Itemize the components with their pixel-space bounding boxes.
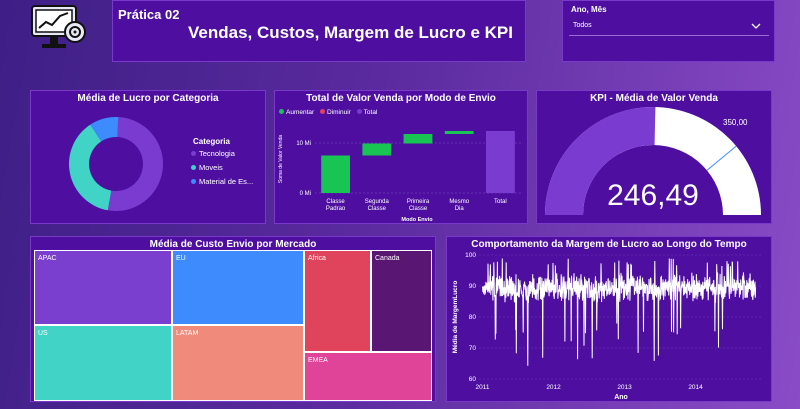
page-title: Vendas, Custos, Margem de Lucro e KPI (188, 23, 513, 42)
waterfall-bar[interactable] (444, 131, 474, 134)
waterfall-panel: Total de Valor Venda por Modo de Envio A… (274, 90, 528, 224)
tile-label: EMEA (308, 357, 328, 364)
date-slicer[interactable]: Ano, Mês Todos (562, 0, 775, 62)
logo-panel (30, 2, 110, 62)
legend-item[interactable]: Diminuir (320, 109, 351, 116)
legend-label: Total (363, 109, 378, 116)
x-tick-label: Classe (409, 206, 428, 212)
y-tick-label: 80 (469, 314, 477, 321)
legend-dot (191, 151, 196, 156)
tile-label: APAC (38, 255, 57, 262)
legend-title: Categoria (193, 137, 230, 146)
legend-label: Material de Es... (199, 177, 254, 186)
x-tick-label: 2011 (476, 384, 490, 391)
tile-label: Canada (375, 255, 400, 262)
treemap-tile-eu[interactable]: EU (173, 251, 303, 324)
header-panel: Prática 02 Vendas, Custos, Margem de Luc… (112, 0, 526, 62)
line-chart-title: Comportamento da Margem de Lucro ao Long… (471, 239, 747, 250)
y-tick-label: 70 (469, 345, 477, 352)
x-tick-label: Mesmo (449, 199, 469, 205)
waterfall-bar[interactable] (362, 143, 392, 156)
legend-dot (191, 165, 196, 170)
legend-label: Tecnologia (199, 149, 235, 158)
x-tick-label: Segunda (365, 199, 390, 205)
y-tick-label: 10 Mi (296, 141, 311, 147)
treemap-panel: Média de Custo Envio por Mercado APAC EU… (30, 236, 436, 402)
legend-label: Diminuir (327, 109, 351, 116)
treemap-tile-emea[interactable]: EMEA (305, 353, 431, 400)
x-tick-label: 2014 (688, 384, 703, 391)
page-subtitle: Prática 02 (118, 7, 180, 22)
x-axis-label: Modo Envio (401, 217, 433, 223)
legend-item[interactable]: Total (356, 109, 378, 116)
waterfall-legend: Aumentar Diminuir Total (279, 109, 377, 116)
legend-item[interactable]: Material de Es... (191, 177, 253, 191)
legend-item[interactable]: Moveis (191, 163, 253, 177)
donut-title: Média de Lucro por Categoria (77, 93, 219, 104)
slicer-dropdown[interactable]: Todos (569, 17, 769, 36)
x-tick-label: 2012 (546, 384, 561, 391)
treemap-tile-africa[interactable]: Africa (305, 251, 370, 351)
tile-label: EU (176, 255, 186, 262)
y-axis-label: Soma de Valor Venda (278, 135, 284, 183)
x-tick-label: Padrao (326, 206, 346, 212)
legend-dot (191, 179, 196, 184)
tile-label: LATAM (176, 330, 199, 337)
treemap-title: Média de Custo Envio por Mercado (149, 239, 317, 250)
x-tick-label: Classe (368, 206, 387, 212)
donut-legend: Tecnologia Moveis Material de Es... (191, 149, 253, 191)
y-tick-label: 60 (469, 376, 477, 383)
chevron-down-icon (751, 23, 761, 29)
waterfall-chart[interactable]: Soma de Valor Venda 10 Mi0 Mi ClassePadr… (275, 119, 527, 223)
slicer-value: Todos (573, 22, 592, 29)
dashboard-monitor-icon (31, 5, 86, 48)
waterfall-title: Total de Valor Venda por Modo de Envio (306, 93, 496, 104)
slicer-label: Ano, Mês (571, 5, 607, 14)
treemap-tile-apac[interactable]: APAC (35, 251, 171, 324)
y-tick-label: 90 (469, 283, 477, 290)
margin-series-line[interactable] (482, 258, 757, 366)
y-tick-label: 0 Mi (300, 191, 311, 197)
line-chart-panel: Comportamento da Margem de Lucro ao Long… (446, 236, 772, 402)
legend-dot (279, 109, 284, 114)
waterfall-bar[interactable] (321, 155, 351, 194)
x-tick-label: Primeira (407, 199, 430, 205)
x-axis-label: Ano (614, 394, 628, 401)
y-axis-label: Média de MargemLucro (452, 281, 459, 354)
x-tick-label: 2013 (617, 384, 632, 391)
legend-dot (320, 109, 325, 114)
kpi-panel: KPI - Média de Valor Venda 350,00 246,49 (536, 90, 772, 224)
waterfall-bar[interactable] (403, 134, 433, 144)
waterfall-total-bar[interactable] (485, 131, 515, 193)
donut-chart[interactable] (61, 109, 171, 219)
legend-label: Moveis (199, 163, 223, 172)
margin-line-chart[interactable]: Média de MargemLucro 60 70 80 90 100 2011 2012… (447, 251, 773, 401)
y-tick-label: 100 (465, 252, 476, 259)
kpi-title: KPI - Média de Valor Venda (590, 93, 718, 104)
x-tick-label: Dia (455, 206, 465, 212)
tile-label: Africa (308, 255, 326, 262)
tile-label: US (38, 330, 48, 337)
x-tick-label: Classe (326, 199, 345, 205)
treemap-tile-latam[interactable]: LATAM (173, 326, 303, 400)
legend-item[interactable]: Tecnologia (191, 149, 253, 163)
donut-panel: Média de Lucro por Categoria Categoria T… (30, 90, 266, 224)
treemap-tile-canada[interactable]: Canada (372, 251, 431, 351)
legend-label: Aumentar (286, 109, 315, 116)
kpi-gauge[interactable]: 350,00 246,49 (537, 105, 773, 225)
kpi-value: 246,49 (607, 179, 699, 212)
legend-item[interactable]: Aumentar (279, 109, 314, 116)
treemap-tile-us[interactable]: US (35, 326, 171, 400)
legend-dot (356, 109, 362, 114)
kpi-target-label: 350,00 (723, 118, 748, 127)
treemap: APAC EU Africa Canada US LATAM EMEA (34, 250, 432, 401)
x-tick-label: Total (494, 199, 507, 205)
